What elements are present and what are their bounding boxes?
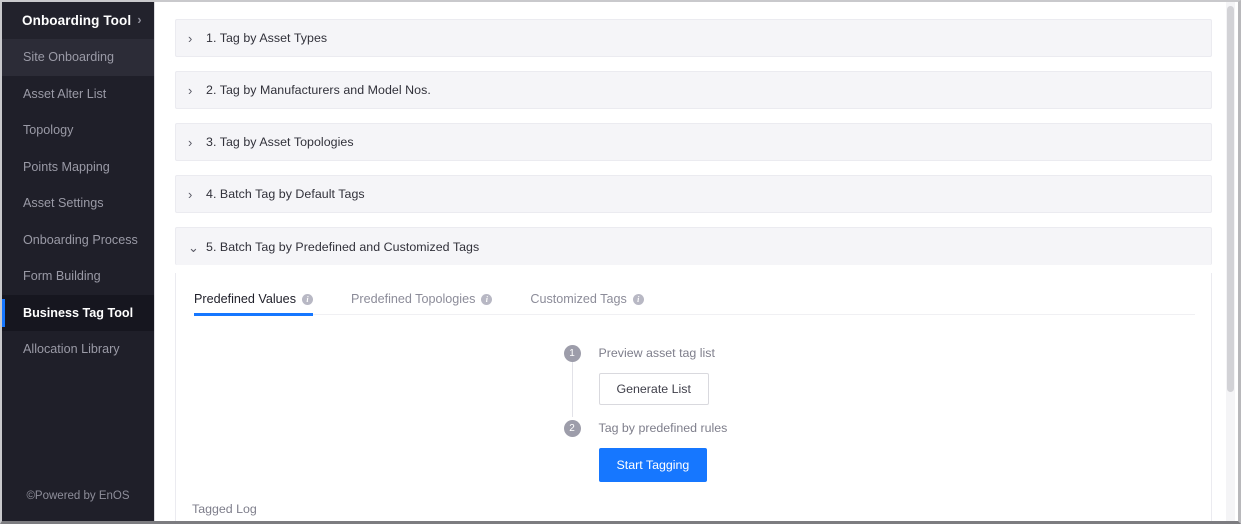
tagged-log-title: Tagged Log: [192, 502, 1195, 516]
sidebar-item-label: Asset Alter List: [23, 87, 106, 101]
chevron-down-icon: ⌄: [188, 241, 206, 254]
sidebar-item-allocation-library[interactable]: Allocation Library: [2, 331, 154, 368]
tab-bar: Predefined Values i Predefined Topologie…: [176, 273, 1211, 315]
main-content: › 1. Tag by Asset Types › 2. Tag by Manu…: [155, 2, 1238, 521]
tab-label: Customized Tags: [530, 292, 626, 306]
steps-list: 1 Preview asset tag list Generate List 2…: [564, 344, 824, 482]
sidebar-item-onboarding-process[interactable]: Onboarding Process: [2, 222, 154, 259]
accordion-panel-title: 2. Tag by Manufacturers and Model Nos.: [206, 83, 431, 97]
sidebar-item-topology[interactable]: Topology: [2, 112, 154, 149]
chevron-right-icon: ›: [188, 136, 206, 149]
step-1: 1 Preview asset tag list: [564, 344, 824, 362]
chevron-right-icon: ›: [137, 13, 141, 26]
sidebar-item-label: Onboarding Process: [23, 233, 138, 247]
sidebar-item-label: Form Building: [23, 269, 101, 283]
scrollbar-thumb[interactable]: [1227, 6, 1234, 392]
accordion-panel-5-body: Predefined Values i Predefined Topologie…: [175, 273, 1212, 521]
accordion-panel-1[interactable]: › 1. Tag by Asset Types: [175, 19, 1212, 57]
step-2-action: Start Tagging: [564, 437, 824, 482]
sidebar-item-label: Site Onboarding: [23, 50, 114, 64]
sidebar-item-site-onboarding[interactable]: Site Onboarding: [2, 39, 154, 76]
step-number-badge: 2: [564, 420, 581, 437]
chevron-right-icon: ›: [188, 32, 206, 45]
sidebar-item-label: Business Tag Tool: [23, 306, 133, 320]
sidebar-item-points-mapping[interactable]: Points Mapping: [2, 149, 154, 186]
sidebar: Onboarding Tool › Site Onboarding Asset …: [2, 2, 155, 521]
step-connector-line: [572, 362, 573, 417]
info-icon[interactable]: i: [633, 294, 644, 305]
tab-predefined-topologies[interactable]: Predefined Topologies i: [351, 292, 492, 315]
generate-list-button[interactable]: Generate List: [599, 373, 709, 405]
sidebar-item-business-tag-tool[interactable]: Business Tag Tool: [2, 295, 154, 332]
step-number-badge: 1: [564, 345, 581, 362]
sidebar-nav: Site Onboarding Asset Alter List Topolog…: [2, 39, 154, 475]
start-tagging-button[interactable]: Start Tagging: [599, 448, 708, 482]
accordion-panel-title: 1. Tag by Asset Types: [206, 31, 327, 45]
step-spacer: [564, 405, 824, 419]
sidebar-item-asset-settings[interactable]: Asset Settings: [2, 185, 154, 222]
accordion-panel-title: 5. Batch Tag by Predefined and Customize…: [206, 240, 479, 254]
sidebar-item-asset-alter-list[interactable]: Asset Alter List: [2, 76, 154, 113]
accordion-panel-3[interactable]: › 3. Tag by Asset Topologies: [175, 123, 1212, 161]
accordion-panel-2[interactable]: › 2. Tag by Manufacturers and Model Nos.: [175, 71, 1212, 109]
accordion-panel-4[interactable]: › 4. Batch Tag by Default Tags: [175, 175, 1212, 213]
step-2: 2 Tag by predefined rules: [564, 419, 824, 437]
powered-by-label: ©Powered by EnOS: [26, 490, 129, 502]
chevron-right-icon: ›: [188, 188, 206, 201]
sidebar-item-label: Points Mapping: [23, 160, 110, 174]
step-1-action: Generate List: [564, 362, 824, 405]
sidebar-footer: ©Powered by EnOS: [2, 475, 154, 521]
sidebar-item-label: Allocation Library: [23, 342, 120, 356]
accordion-panel-title: 3. Tag by Asset Topologies: [206, 135, 354, 149]
tab-label: Predefined Topologies: [351, 292, 475, 306]
tab-customized-tags[interactable]: Customized Tags i: [530, 292, 643, 315]
sidebar-item-label: Asset Settings: [23, 196, 104, 210]
info-icon[interactable]: i: [302, 294, 313, 305]
step-label: Preview asset tag list: [599, 346, 715, 360]
tagged-log-section: Tagged Log: [176, 482, 1211, 521]
info-icon[interactable]: i: [481, 294, 492, 305]
sidebar-item-label: Topology: [23, 123, 73, 137]
accordion-panel-title: 4. Batch Tag by Default Tags: [206, 187, 365, 201]
accordion-panel-5[interactable]: ⌄ 5. Batch Tag by Predefined and Customi…: [175, 227, 1212, 265]
vertical-scrollbar[interactable]: [1226, 2, 1235, 521]
tab-label: Predefined Values: [194, 292, 296, 306]
sidebar-header[interactable]: Onboarding Tool ›: [2, 2, 154, 39]
tab-predefined-values[interactable]: Predefined Values i: [194, 292, 313, 315]
app-title: Onboarding Tool: [22, 13, 131, 28]
chevron-right-icon: ›: [188, 84, 206, 97]
application-window: Onboarding Tool › Site Onboarding Asset …: [0, 0, 1241, 524]
steps-container: 1 Preview asset tag list Generate List 2…: [176, 315, 1211, 482]
sidebar-item-form-building[interactable]: Form Building: [2, 258, 154, 295]
step-label: Tag by predefined rules: [599, 421, 728, 435]
